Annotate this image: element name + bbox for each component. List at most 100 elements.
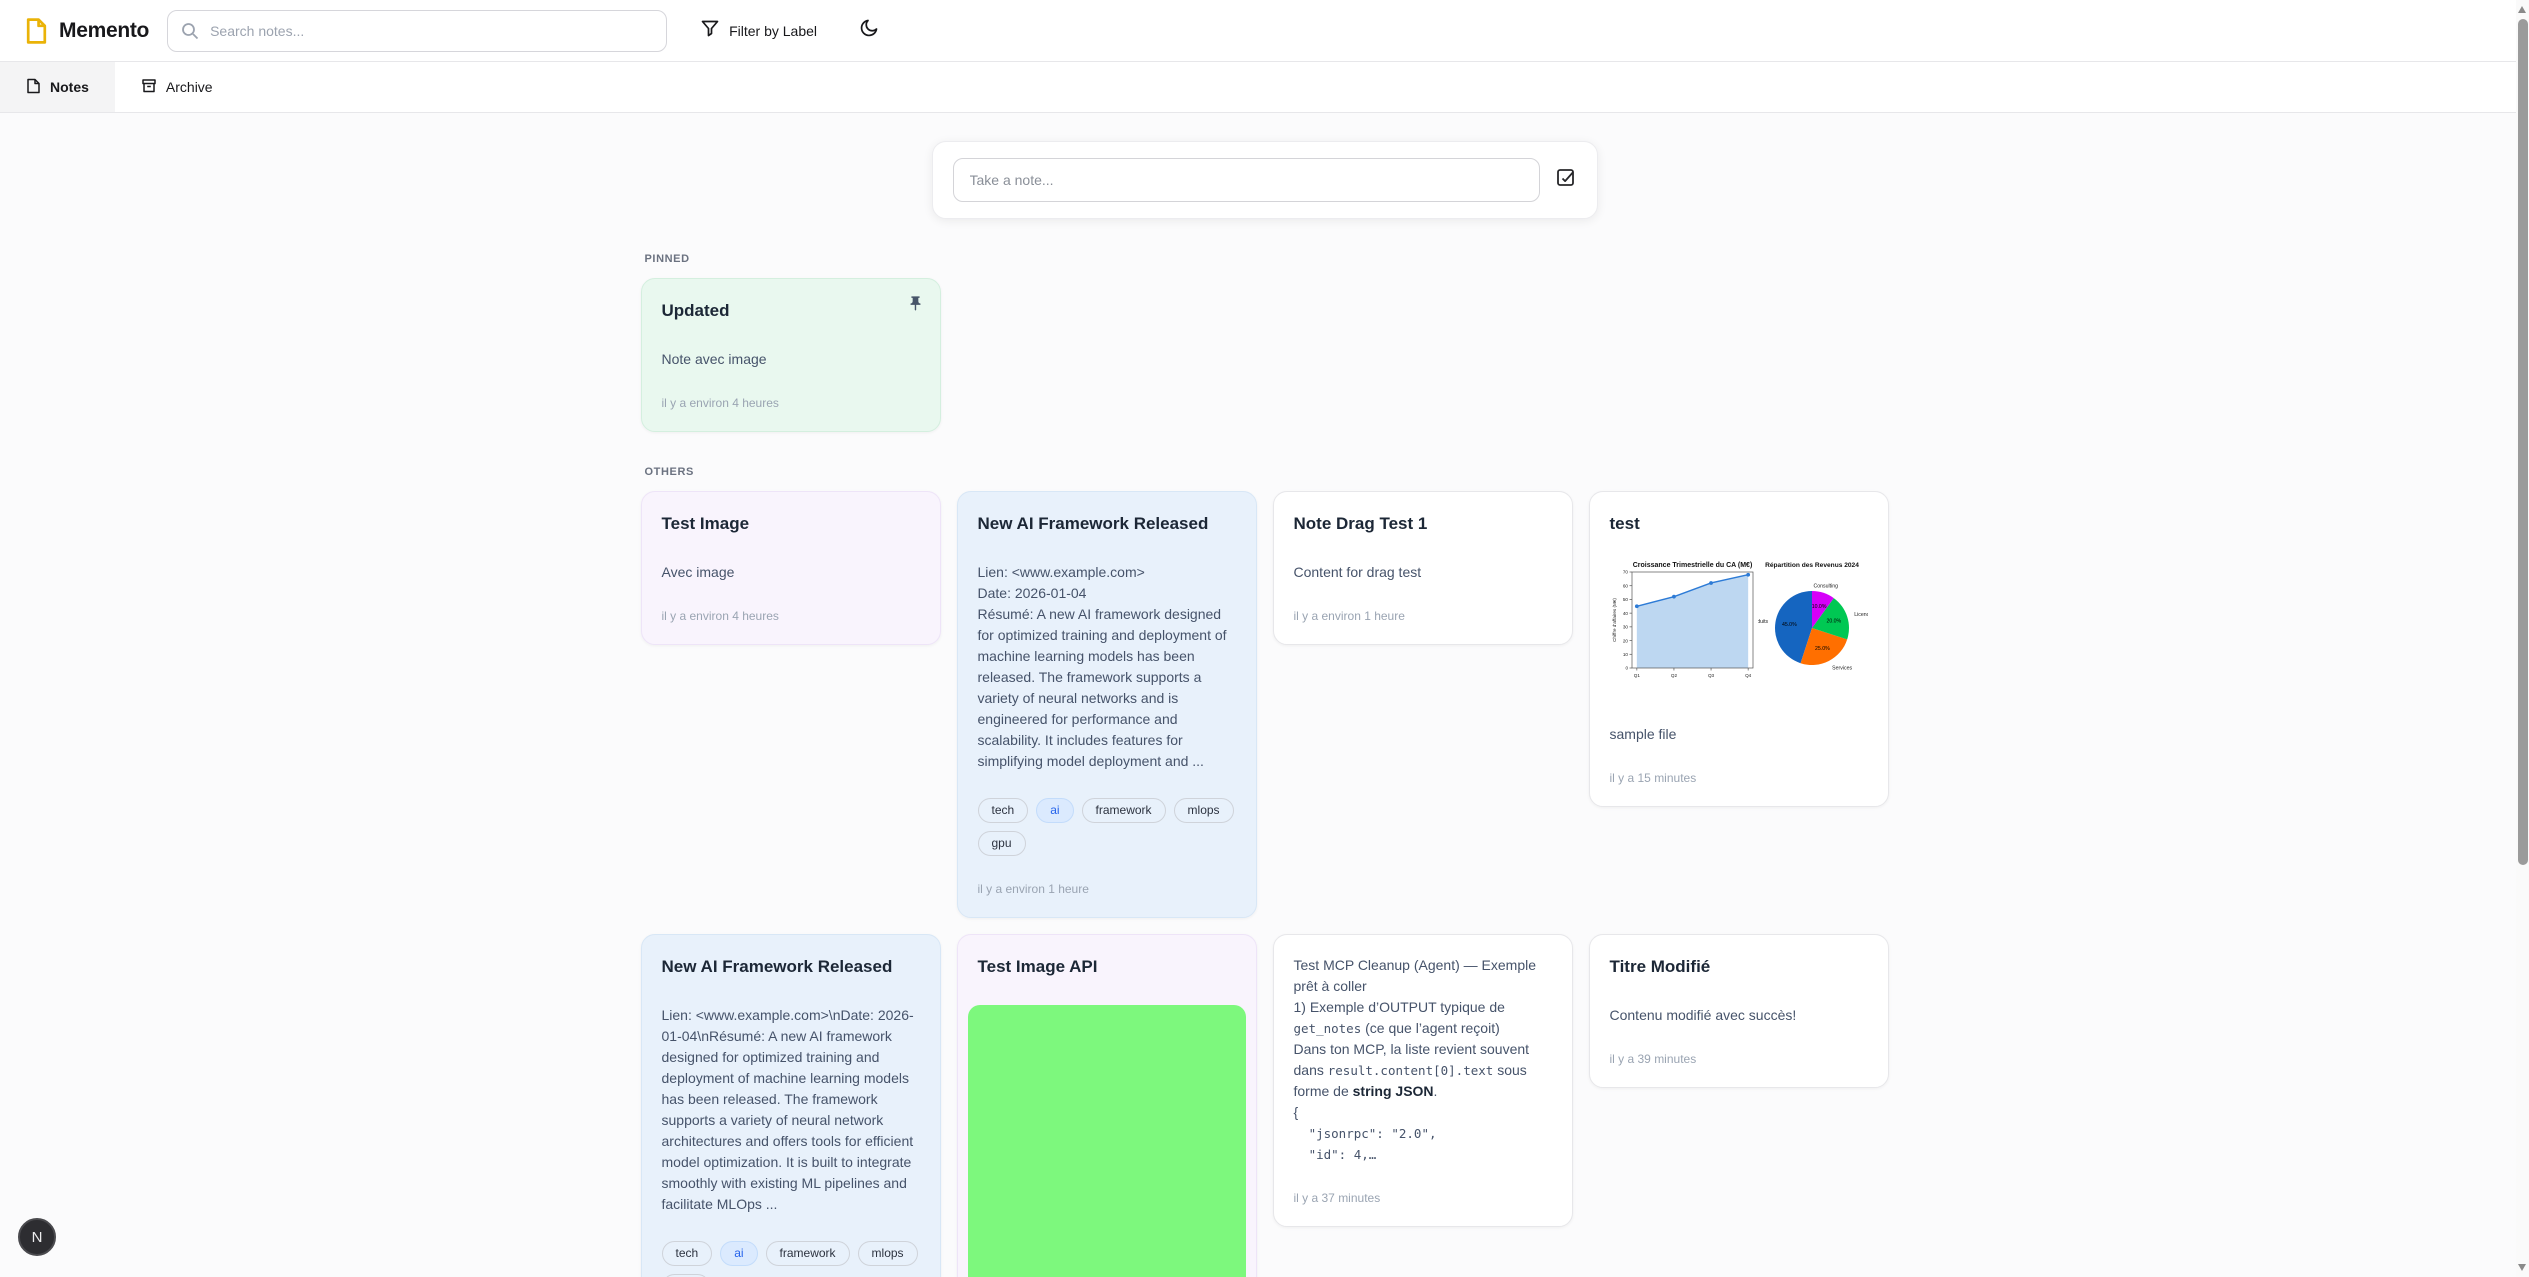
svg-text:Chiffre d'affaires (M€): Chiffre d'affaires (M€) <box>1612 598 1617 642</box>
other-notes-grid: Test Image Avec image il y a environ 4 heu… <box>641 491 1889 1277</box>
svg-text:Répartition des Revenus 2024: Répartition des Revenus 2024 <box>1765 562 1859 569</box>
search-input[interactable] <box>167 10 667 52</box>
note-title: test <box>1610 512 1868 536</box>
note-body: Note avec image <box>662 349 920 370</box>
svg-text:70: 70 <box>1622 570 1628 575</box>
take-a-note-input[interactable] <box>953 158 1540 202</box>
svg-text:Croissance Trimestrielle du CA: Croissance Trimestrielle du CA (M€) <box>1632 562 1752 569</box>
note-body: sample file <box>1610 724 1868 745</box>
note-title: Titre Modifié <box>1610 955 1868 979</box>
pin-icon <box>907 295 924 317</box>
note-card[interactable]: Test Image API <box>957 934 1257 1277</box>
header: Memento Filter by Label <box>0 0 2529 62</box>
note-tag[interactable]: framework <box>766 1241 850 1266</box>
svg-text:0: 0 <box>1625 666 1628 671</box>
svg-text:50: 50 <box>1622 597 1628 602</box>
note-timestamp: il y a environ 4 heures <box>662 609 920 624</box>
pinned-section-label: PINNED <box>645 253 1889 265</box>
note-tag[interactable]: tech <box>978 798 1029 823</box>
svg-text:Consulting: Consulting <box>1813 584 1838 590</box>
note-tags: techai framework mlops gpu <box>978 798 1236 856</box>
checkbox-check-icon <box>1556 168 1577 192</box>
note-tag[interactable]: ai <box>720 1241 757 1266</box>
note-tag[interactable]: ai <box>1036 798 1073 823</box>
main-content: PINNED Updated Note avec image il y a envi… <box>641 141 1889 1277</box>
scrollbar-up-arrow[interactable] <box>2518 6 2526 13</box>
svg-text:60: 60 <box>1622 583 1628 588</box>
pinned-notes-grid: Updated Note avec image il y a environ 4 h… <box>641 278 1889 432</box>
note-card[interactable]: test Croissance Trimestrielle du CA (M€) 0… <box>1589 491 1889 807</box>
note-card[interactable]: Note Drag Test 1 Content for drag test il … <box>1273 491 1573 645</box>
tab-notes[interactable]: Notes <box>0 62 115 112</box>
svg-text:25.0%: 25.0% <box>1815 646 1830 652</box>
svg-text:Q4: Q4 <box>1745 673 1752 678</box>
line-chart: Croissance Trimestrielle du CA (M€) 0 10 20… <box>1610 558 1758 686</box>
note-card[interactable]: New AI Framework Released Lien: <www.exam… <box>641 934 941 1277</box>
scrollbar[interactable] <box>2516 0 2529 1277</box>
moon-icon <box>859 18 879 43</box>
checklist-button[interactable] <box>1556 168 1577 192</box>
note-timestamp: il y a 37 minutes <box>1294 1191 1552 1206</box>
svg-text:Q1: Q1 <box>1633 673 1640 678</box>
others-section-label: OTHERS <box>645 466 1889 478</box>
note-card[interactable]: Test Image Avec image il y a environ 4 heu… <box>641 491 941 645</box>
note-timestamp: il y a environ 1 heure <box>978 882 1236 897</box>
scrollbar-thumb[interactable] <box>2518 19 2528 865</box>
note-card[interactable]: New AI Framework Released Lien: <www.exam… <box>957 491 1257 918</box>
note-composer <box>932 141 1598 219</box>
tab-archive[interactable]: Archive <box>115 62 239 112</box>
note-title: Updated <box>662 299 920 323</box>
svg-text:45.0%: 45.0% <box>1781 622 1796 628</box>
svg-text:10: 10 <box>1622 652 1628 657</box>
user-avatar[interactable]: N <box>18 1218 56 1256</box>
note-tag[interactable]: tech <box>662 1241 713 1266</box>
note-timestamp: il y a 15 minutes <box>1610 771 1868 786</box>
memento-logo-icon <box>24 17 49 45</box>
note-card[interactable]: Titre Modifié Contenu modifié avec succès… <box>1589 934 1889 1088</box>
filter-label: Filter by Label <box>729 23 817 39</box>
svg-text:30: 30 <box>1622 625 1628 630</box>
note-title: New AI Framework Released <box>662 955 920 979</box>
avatar-letter: N <box>32 1229 43 1246</box>
scrollbar-down-arrow[interactable] <box>2518 1264 2526 1271</box>
note-body: Test MCP Cleanup (Agent) — Exemple prêt … <box>1294 955 1552 1165</box>
svg-text:Services: Services <box>1832 665 1852 671</box>
svg-text:Produits: Produits <box>1758 619 1769 625</box>
note-tag[interactable]: mlops <box>1174 798 1234 823</box>
note-card[interactable]: Updated Note avec image il y a environ 4 h… <box>641 278 941 432</box>
note-timestamp: il y a environ 1 heure <box>1294 609 1552 624</box>
note-card[interactable]: Test MCP Cleanup (Agent) — Exemple prêt … <box>1273 934 1573 1227</box>
note-body: Contenu modifié avec succès! <box>1610 1005 1868 1026</box>
tab-notes-label: Notes <box>50 79 89 95</box>
svg-text:20.0%: 20.0% <box>1826 619 1841 625</box>
svg-text:10.0%: 10.0% <box>1811 604 1826 610</box>
note-chart-image: Croissance Trimestrielle du CA (M€) 0 10 20… <box>1610 558 1868 686</box>
note-tag[interactable]: mlops <box>858 1241 918 1266</box>
note-timestamp: il y a environ 4 heures <box>662 396 920 411</box>
svg-text:40: 40 <box>1622 611 1628 616</box>
archive-icon <box>141 78 157 97</box>
note-title: Note Drag Test 1 <box>1294 512 1552 536</box>
note-body: Avec image <box>662 562 920 583</box>
note-tag[interactable]: framework <box>1082 798 1166 823</box>
note-body: Lien: <www.example.com> Date: 2026-01-04… <box>978 562 1236 772</box>
svg-text:Q2: Q2 <box>1670 673 1677 678</box>
dark-mode-toggle[interactable] <box>859 18 879 43</box>
filter-icon <box>701 19 719 42</box>
note-file-icon <box>26 78 41 97</box>
note-body: Lien: <www.example.com>\nDate: 2026-01-0… <box>662 1005 920 1215</box>
tab-archive-label: Archive <box>166 79 213 95</box>
note-tags: techaiframeworkmlopsgpu <box>662 1241 920 1277</box>
filter-by-label-button[interactable]: Filter by Label <box>701 19 817 42</box>
search <box>167 10 667 52</box>
svg-text:Licences: Licences <box>1854 612 1868 618</box>
note-title: Test Image <box>662 512 920 536</box>
note-tag[interactable]: gpu <box>978 831 1026 856</box>
note-body: Content for drag test <box>1294 562 1552 583</box>
note-title: Test Image API <box>978 955 1236 979</box>
tab-bar: Notes Archive <box>0 62 2529 113</box>
note-title: New AI Framework Released <box>978 512 1236 536</box>
app-logo: Memento <box>24 17 149 45</box>
note-image <box>968 1005 1246 1277</box>
svg-text:20: 20 <box>1622 638 1628 643</box>
